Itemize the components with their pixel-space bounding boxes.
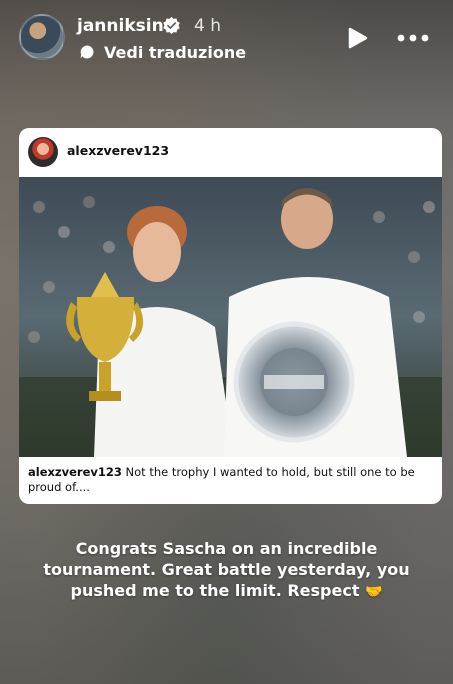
verified-badge-icon	[163, 16, 180, 35]
shared-post-username[interactable]: alexzverev123	[67, 143, 169, 158]
shared-post-card[interactable]: alexzverev123 alexzverev123 Not the trop…	[19, 128, 442, 504]
shared-post-avatar[interactable]	[28, 137, 58, 167]
play-icon[interactable]	[348, 27, 368, 49]
profile-username[interactable]: janniksin	[77, 16, 164, 36]
more-options-icon[interactable]	[397, 33, 429, 43]
caption-username[interactable]: alexzverev123	[28, 465, 122, 479]
story-header: janniksin 4 h Vedi traduzione	[0, 0, 453, 76]
post-time: 4 h	[194, 16, 221, 36]
see-translation-link[interactable]: Vedi traduzione	[104, 43, 246, 62]
shared-post-caption: alexzverev123 Not the trophy I wanted to…	[28, 465, 433, 495]
profile-avatar[interactable]	[19, 14, 65, 60]
story-text-overlay: Congrats Sascha on an incredible tournam…	[40, 538, 413, 603]
post-photo	[19, 177, 442, 457]
translate-icon	[80, 45, 94, 59]
story-message: Congrats Sascha on an incredible tournam…	[43, 539, 410, 600]
handshake-emoji: 🤝	[365, 584, 383, 600]
